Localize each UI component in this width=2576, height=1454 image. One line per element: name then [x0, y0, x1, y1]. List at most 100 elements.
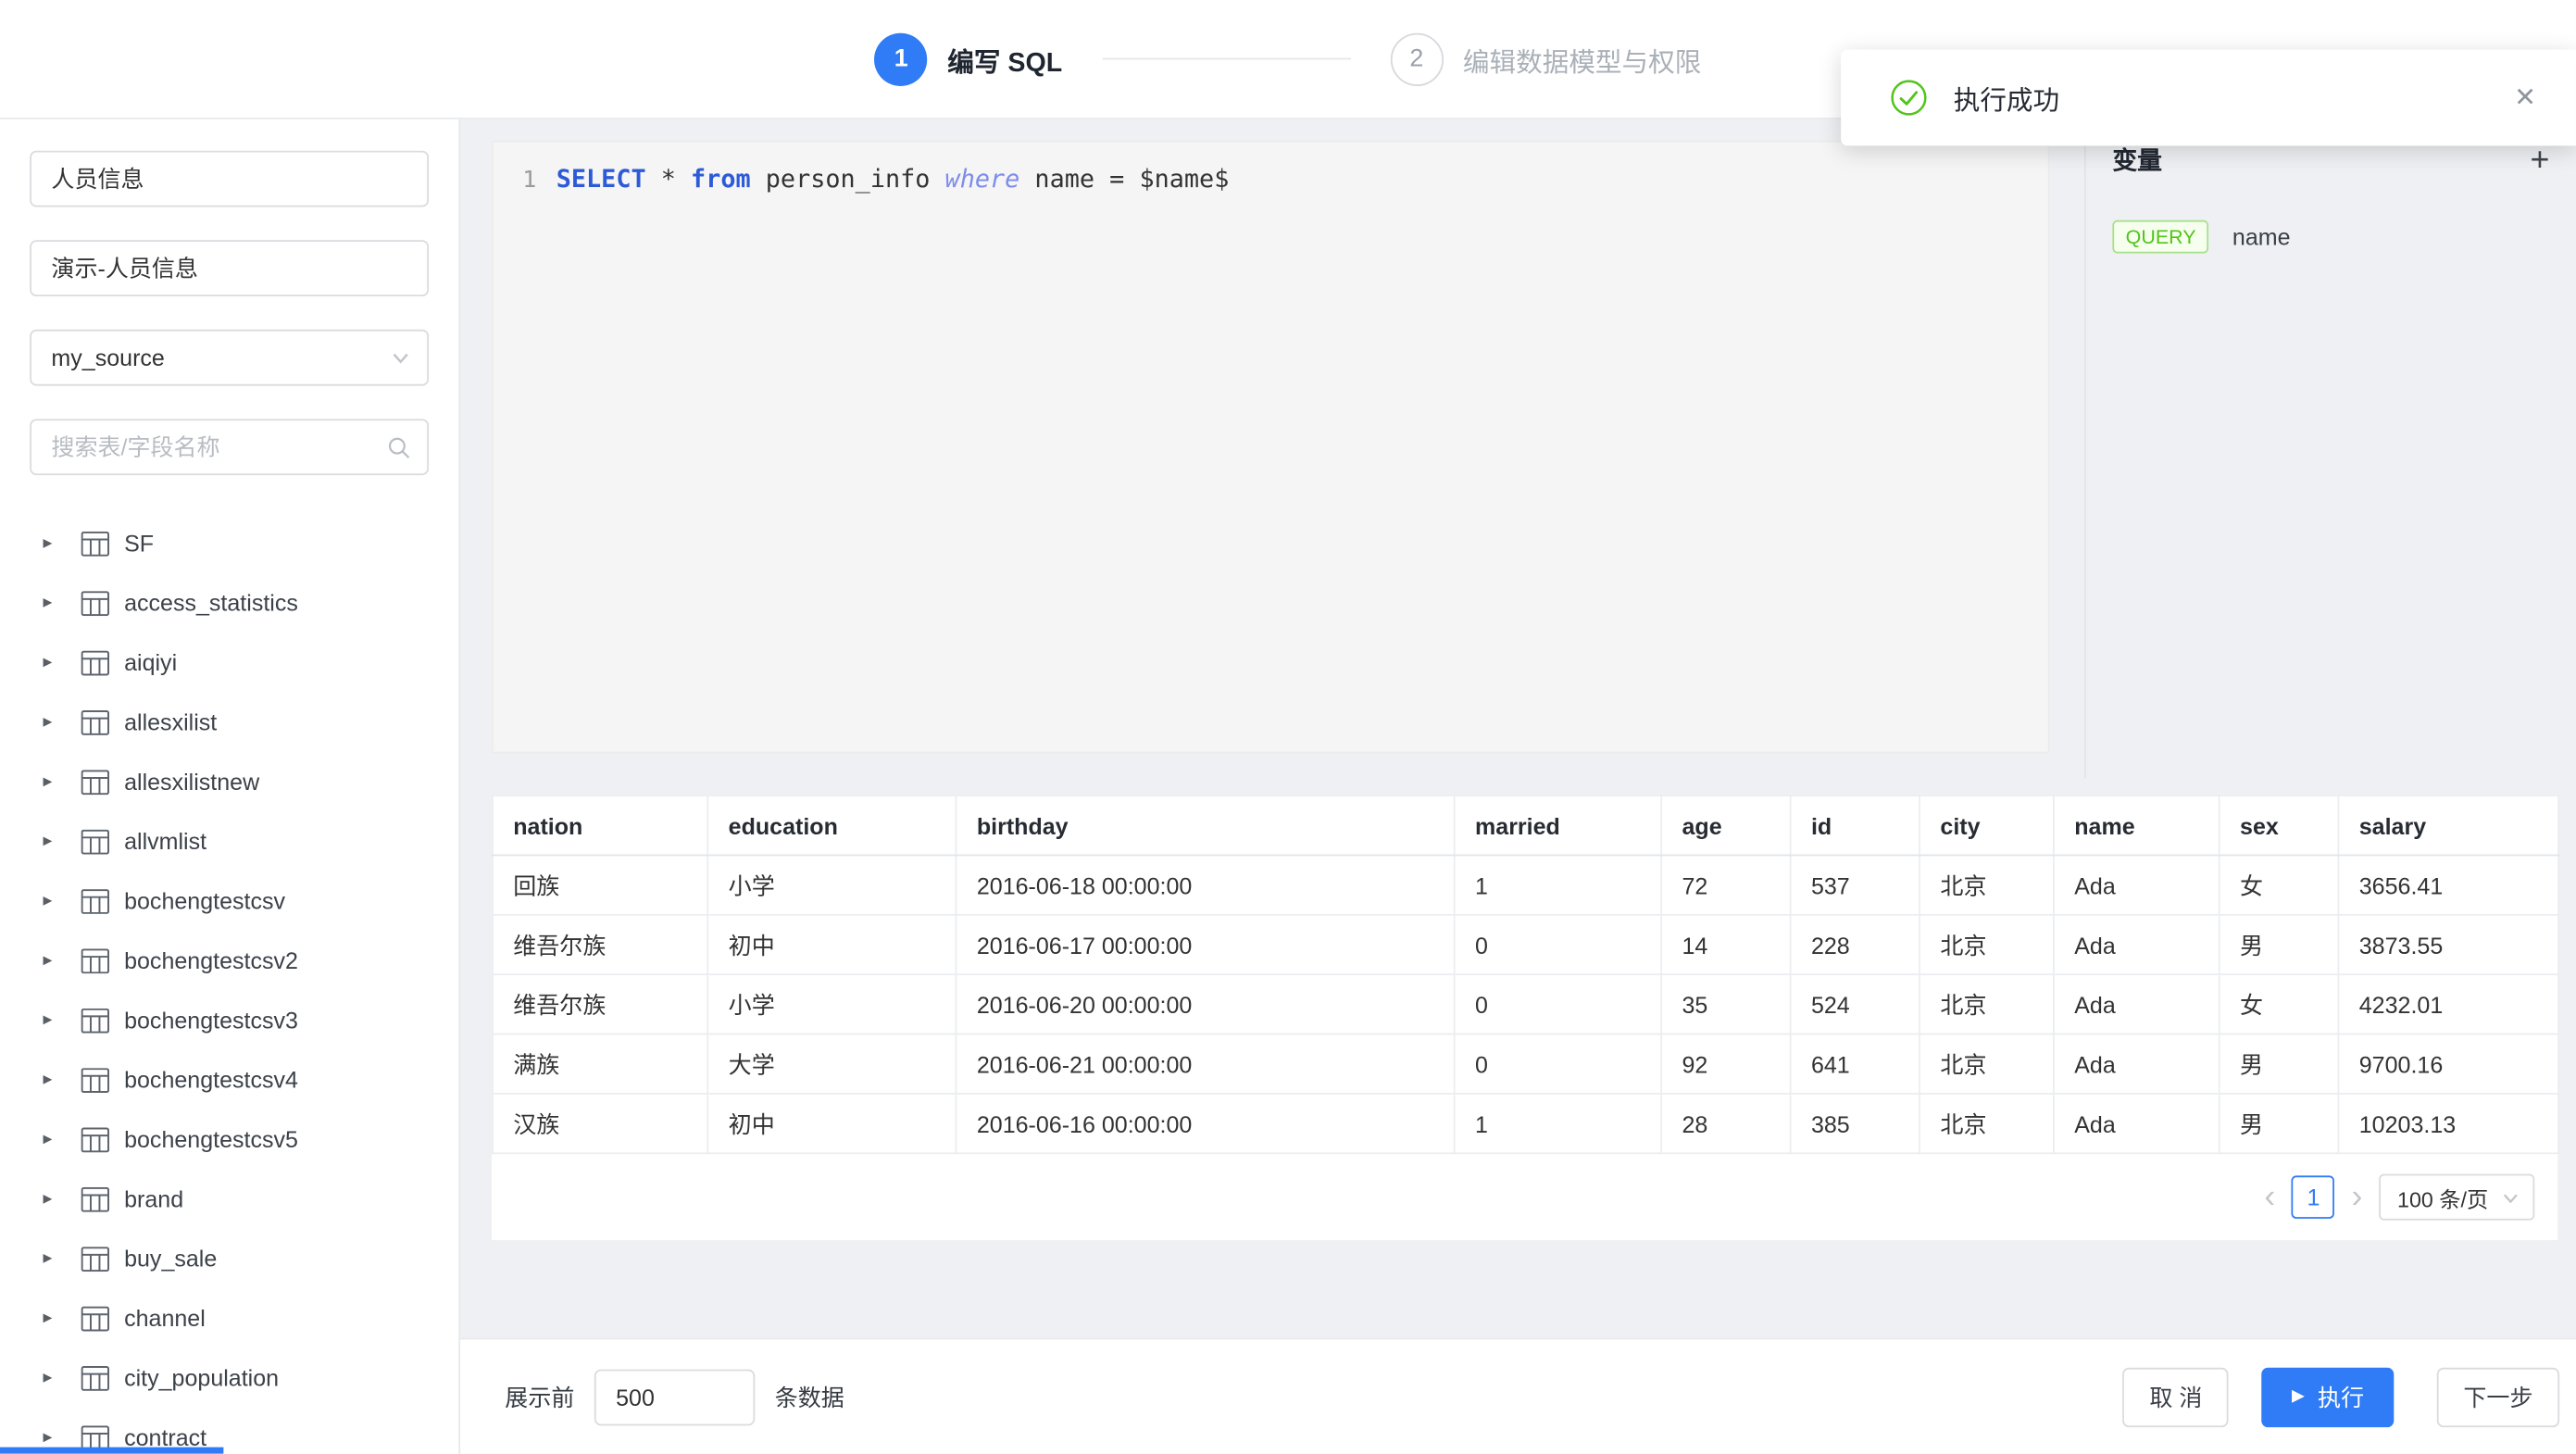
table-cell: 北京 — [1919, 855, 2054, 914]
table-tree-item-aiqiyi[interactable]: ▸ aiqiyi — [0, 633, 458, 692]
table-search-input[interactable] — [51, 433, 387, 460]
table-icon — [81, 1067, 109, 1092]
table-row: 回族小学2016-06-18 00:00:00172537北京Ada女3656.… — [493, 855, 2558, 914]
caret-right-icon[interactable]: ▸ — [43, 534, 59, 553]
table-tree-item-bochengtestcsv5[interactable]: ▸ bochengtestcsv5 — [0, 1109, 458, 1169]
datasource-select[interactable]: my_source — [30, 330, 429, 386]
chevron-down-icon — [2502, 1188, 2520, 1207]
column-header-id: id — [1791, 796, 1919, 855]
page-size-select[interactable]: 100 条/页 — [2379, 1174, 2534, 1221]
column-header-nation: nation — [493, 796, 707, 855]
table-cell: 大学 — [707, 1034, 956, 1094]
table-tree-item-SF[interactable]: ▸ SF — [0, 513, 458, 572]
table-row: 维吾尔族初中2016-06-17 00:00:00014228北京Ada男387… — [493, 915, 2558, 974]
table-icon — [81, 1127, 109, 1152]
step-1-circle: 1 — [875, 32, 928, 85]
sql-editor[interactable]: 1 SELECT * from person_info where name =… — [492, 141, 2049, 754]
table-tree-item-bochengtestcsv[interactable]: ▸ bochengtestcsv — [0, 871, 458, 930]
table-icon — [81, 1365, 109, 1390]
run-button[interactable]: ▶ 执行 — [2262, 1367, 2395, 1426]
table-cell: 初中 — [707, 915, 956, 974]
variable-type-badge: QUERY — [2112, 220, 2209, 254]
table-icon — [81, 1008, 109, 1033]
results-table: nationeducationbirthdaymarriedageidcityn… — [492, 795, 2559, 1154]
next-page-icon[interactable]: › — [2352, 1181, 2363, 1214]
table-name: bochengtestcsv4 — [124, 1066, 298, 1093]
table-icon — [81, 888, 109, 913]
next-step-button[interactable]: 下一步 — [2437, 1367, 2559, 1426]
table-tree-item-channel[interactable]: ▸ channel — [0, 1288, 458, 1347]
step-edit-model[interactable]: 2 编辑数据模型与权限 — [1390, 32, 1701, 85]
column-header-sex: sex — [2220, 796, 2339, 855]
table-cell: 0 — [1455, 974, 1661, 1034]
sql-code-line: 1 SELECT * from person_info where name =… — [494, 164, 2048, 194]
caret-right-icon[interactable]: ▸ — [43, 951, 59, 970]
variables-title: 变量 — [2112, 143, 2162, 178]
caret-right-icon[interactable]: ▸ — [43, 1071, 59, 1089]
table-tree-item-access_statistics[interactable]: ▸ access_statistics — [0, 573, 458, 633]
table-cell: 524 — [1791, 974, 1919, 1034]
table-tree-item-city_population[interactable]: ▸ city_population — [0, 1347, 458, 1407]
table-cell: 男 — [2220, 915, 2339, 974]
table-cell: 男 — [2220, 1094, 2339, 1153]
current-page-button[interactable]: 1 — [2292, 1175, 2334, 1218]
table-tree: ▸ SF ▸ access_statistics ▸ — [0, 513, 458, 1454]
table-cell: 维吾尔族 — [493, 974, 707, 1034]
row-limit-input[interactable] — [594, 1369, 755, 1425]
table-tree-item-bochengtestcsv2[interactable]: ▸ bochengtestcsv2 — [0, 931, 458, 990]
table-tree-item-allesxilist[interactable]: ▸ allesxilist — [0, 692, 458, 751]
table-tree-item-allesxilistnew[interactable]: ▸ allesxilistnew — [0, 752, 458, 811]
table-tree-item-bochengtestcsv4[interactable]: ▸ bochengtestcsv4 — [0, 1050, 458, 1109]
sidebar-scrollbar-thumb[interactable] — [0, 1448, 223, 1454]
table-cell: 35 — [1661, 974, 1790, 1034]
table-cell: 满族 — [493, 1034, 707, 1094]
sidebar: my_source ▸ SF ▸ — [0, 119, 460, 1454]
dataset-name-input[interactable] — [51, 166, 410, 193]
run-button-label: 执行 — [2318, 1380, 2364, 1413]
results-body: 回族小学2016-06-18 00:00:00172537北京Ada女3656.… — [493, 855, 2558, 1153]
limit-prefix-label: 展示前 — [505, 1380, 574, 1413]
caret-right-icon[interactable]: ▸ — [43, 1190, 59, 1209]
caret-right-icon[interactable]: ▸ — [43, 1011, 59, 1030]
caret-right-icon[interactable]: ▸ — [43, 594, 59, 612]
table-cell: 10203.13 — [2338, 1094, 2558, 1153]
sql-token-plain: name = $name$ — [1019, 164, 1229, 194]
close-icon[interactable]: ✕ — [2514, 81, 2536, 115]
column-header-age: age — [1661, 796, 1790, 855]
caret-right-icon[interactable]: ▸ — [43, 1369, 59, 1387]
dataset-display-name-input[interactable] — [51, 255, 410, 282]
table-cell: Ada — [2054, 915, 2220, 974]
caret-right-icon[interactable]: ▸ — [43, 832, 59, 850]
table-row: 汉族初中2016-06-16 00:00:00128385北京Ada男10203… — [493, 1094, 2558, 1153]
caret-right-icon[interactable]: ▸ — [43, 1428, 59, 1447]
table-tree-item-brand[interactable]: ▸ brand — [0, 1169, 458, 1228]
prev-page-icon[interactable]: ‹ — [2264, 1181, 2275, 1214]
table-cell: 2016-06-20 00:00:00 — [957, 974, 1455, 1034]
table-cell: 3656.41 — [2338, 855, 2558, 914]
caret-right-icon[interactable]: ▸ — [43, 713, 59, 732]
table-icon — [81, 650, 109, 675]
caret-right-icon[interactable]: ▸ — [43, 892, 59, 910]
column-header-birthday: birthday — [957, 796, 1455, 855]
table-cell: 北京 — [1919, 915, 2054, 974]
step-2-circle: 2 — [1390, 32, 1443, 85]
caret-right-icon[interactable]: ▸ — [43, 1130, 59, 1148]
table-name: city_population — [124, 1364, 279, 1391]
variable-item[interactable]: QUERY name — [2112, 220, 2549, 254]
caret-right-icon[interactable]: ▸ — [43, 653, 59, 671]
table-row: 维吾尔族小学2016-06-20 00:00:00035524北京Ada女423… — [493, 974, 2558, 1034]
cancel-button[interactable]: 取 消 — [2123, 1367, 2229, 1426]
step-write-sql[interactable]: 1 编写 SQL — [875, 32, 1063, 85]
table-tree-item-bochengtestcsv3[interactable]: ▸ bochengtestcsv3 — [0, 990, 458, 1049]
add-variable-icon[interactable]: + — [2530, 144, 2549, 177]
table-tree-item-allvmlist[interactable]: ▸ allvmlist — [0, 811, 458, 871]
caret-right-icon[interactable]: ▸ — [43, 1249, 59, 1268]
variable-name: name — [2232, 223, 2291, 250]
caret-right-icon[interactable]: ▸ — [43, 772, 59, 791]
table-cell: 男 — [2220, 1034, 2339, 1094]
column-header-city: city — [1919, 796, 2054, 855]
table-tree-item-buy_sale[interactable]: ▸ buy_sale — [0, 1229, 458, 1288]
table-icon — [81, 948, 109, 973]
caret-right-icon[interactable]: ▸ — [43, 1309, 59, 1327]
table-cell: 3873.55 — [2338, 915, 2558, 974]
